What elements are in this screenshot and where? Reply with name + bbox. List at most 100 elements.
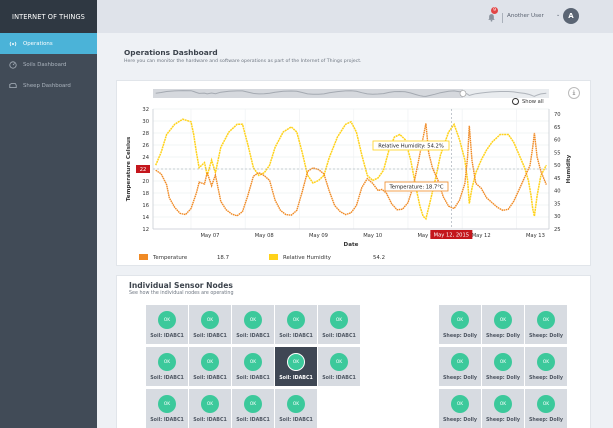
user-menu[interactable]: Another User [507, 13, 544, 19]
node-label: Soil: IDABC1 [279, 376, 313, 381]
soil-node-tile[interactable]: OK Soil: IDABC1 [275, 347, 317, 386]
y-right-tick-label: 35 [554, 201, 561, 207]
sheep-icon [8, 81, 17, 90]
status-badge: OK [158, 395, 176, 413]
soil-node-tile[interactable]: OK Soil: IDABC1 [232, 305, 274, 344]
y-left-tick-label: 16 [142, 203, 149, 209]
soil-node-tile[interactable]: OK Soil: IDABC1 [189, 305, 231, 344]
status-badge: OK [201, 395, 219, 413]
node-label: Soil: IDABC1 [193, 376, 227, 381]
y-left-tick-label: 26 [142, 143, 149, 149]
node-label: Sheep: Dolly [485, 418, 521, 423]
x-axis-title: Date [344, 242, 359, 248]
y-left-tick-label: 32 [142, 107, 149, 113]
status-badge: OK [451, 395, 469, 413]
sheep-node-tile[interactable]: OK Sheep: Dolly [482, 347, 524, 386]
page-subtitle: Here you can monitor the hardware and so… [124, 59, 362, 64]
y-right-tick-label: 70 [554, 112, 561, 118]
operations-chart: 12 14 16 18 20 22 24 26 28 30 32 25 30 35 40 45 50 55 60 65… [126, 89, 572, 261]
soil-node-tile[interactable]: OK Soil: IDABC1 [146, 389, 188, 428]
avatar[interactable]: A [563, 8, 579, 24]
radio-waves-icon [8, 39, 17, 48]
status-badge: OK [494, 395, 512, 413]
section-title: Individual Sensor Nodes [129, 281, 233, 290]
soil-node-tile[interactable]: OK Soil: IDABC1 [275, 305, 317, 344]
soil-node-tile[interactable]: OK Soil: IDABC1 [146, 305, 188, 344]
sheep-node-tile[interactable]: OK Sheep: Dolly [482, 389, 524, 428]
soil-node-tile[interactable]: OK Soil: IDABC1 [189, 389, 231, 428]
y-right-tick-label: 30 [554, 214, 561, 220]
node-label: Soil: IDABC1 [279, 334, 313, 339]
status-badge: OK [537, 311, 555, 329]
brand-title[interactable]: INTERNET OF THINGS [0, 0, 97, 33]
status-badge: OK [158, 311, 176, 329]
soil-node-tile[interactable]: OK Soil: IDABC1 [318, 347, 360, 386]
y-right-tick-label: 55 [554, 150, 561, 156]
show-all-button[interactable]: Show all [512, 98, 544, 105]
legend-value: 54.2 [373, 255, 385, 261]
status-badge: OK [494, 353, 512, 371]
status-badge: OK [158, 353, 176, 371]
legend-label: Temperature [152, 255, 188, 261]
crosshair-y-label: 22 [140, 167, 147, 173]
y-right-tick-label: 45 [554, 176, 561, 182]
sheep-node-tile[interactable]: OK Sheep: Dolly [482, 305, 524, 344]
sidebar-item-operations[interactable]: Operations [0, 33, 97, 54]
soil-node-tile[interactable]: OK Soil: IDABC1 [318, 305, 360, 344]
sidebar-item-sheep-dashboard[interactable]: Sheep Dashboard [0, 75, 97, 96]
tooltip-text: Relative Humidity: 54.2% [378, 144, 444, 150]
node-label: Sheep: Dolly [528, 376, 564, 381]
soil-node-tile[interactable]: OK Soil: IDABC1 [275, 389, 317, 428]
x-tick-label: May 13 [526, 233, 545, 239]
notification-badge: 9 [491, 7, 498, 14]
node-label: Soil: IDABC1 [322, 376, 356, 381]
sheep-node-tile[interactable]: OK Sheep: Dolly [439, 389, 481, 428]
y-left-tick-label: 18 [142, 191, 149, 197]
node-label: Soil: IDABC1 [150, 418, 184, 423]
node-label: Sheep: Dolly [528, 418, 564, 423]
page-title: Operations Dashboard [124, 48, 218, 57]
show-all-label: Show all [522, 98, 544, 105]
soil-node-tile[interactable]: OK Soil: IDABC1 [146, 347, 188, 386]
status-badge: OK [287, 353, 305, 371]
node-label: Soil: IDABC1 [322, 334, 356, 339]
crosshair-x-label: May 12, 2015 [434, 233, 469, 239]
y-right-tick-label: 65 [554, 125, 561, 131]
header-divider [502, 13, 503, 23]
node-label: Soil: IDABC1 [150, 334, 184, 339]
download-icon[interactable]: ⤓ [568, 87, 580, 99]
node-label: Soil: IDABC1 [279, 418, 313, 423]
sheep-node-tile[interactable]: OK Sheep: Dolly [525, 305, 567, 344]
chevron-down-icon[interactable]: ⌄ [556, 12, 560, 18]
node-label: Soil: IDABC1 [236, 334, 270, 339]
node-label: Sheep: Dolly [442, 334, 478, 339]
y-right-tick-label: 25 [554, 227, 561, 233]
status-badge: OK [537, 395, 555, 413]
sheep-node-tile[interactable]: OK Sheep: Dolly [439, 347, 481, 386]
node-label: Soil: IDABC1 [236, 376, 270, 381]
soil-node-tile[interactable]: OK Soil: IDABC1 [232, 347, 274, 386]
status-badge: OK [244, 311, 262, 329]
sidebar: INTERNET OF THINGS Operations Soils Dash… [0, 0, 97, 428]
sheep-node-tile[interactable]: OK Sheep: Dolly [525, 389, 567, 428]
node-label: Sheep: Dolly [485, 376, 521, 381]
node-label: Soil: IDABC1 [236, 418, 270, 423]
status-badge: OK [287, 311, 305, 329]
x-tick-label: May 07 [200, 233, 219, 239]
bell-icon[interactable] [487, 13, 496, 22]
y-left-tick-label: 20 [142, 179, 149, 185]
y-left-tick-label: 28 [142, 131, 149, 137]
soil-node-tile[interactable]: OK Soil: IDABC1 [189, 347, 231, 386]
chart-card: 12 14 16 18 20 22 24 26 28 30 32 25 30 35 40 45 50 55 60 65… [116, 80, 591, 266]
soil-node-tile[interactable]: OK Soil: IDABC1 [232, 389, 274, 428]
sheep-node-tile[interactable]: OK Sheep: Dolly [439, 305, 481, 344]
sidebar-item-label: Soils Dashboard [23, 61, 67, 68]
node-label: Soil: IDABC1 [193, 334, 227, 339]
node-label: Soil: IDABC1 [150, 376, 184, 381]
y-left-axis-title: Temperature Celsius [126, 136, 132, 201]
node-label: Sheep: Dolly [442, 418, 478, 423]
navigator-selection [153, 89, 463, 98]
gauge-icon [8, 60, 17, 69]
sheep-node-tile[interactable]: OK Sheep: Dolly [525, 347, 567, 386]
sidebar-item-soils-dashboard[interactable]: Soils Dashboard [0, 54, 97, 75]
